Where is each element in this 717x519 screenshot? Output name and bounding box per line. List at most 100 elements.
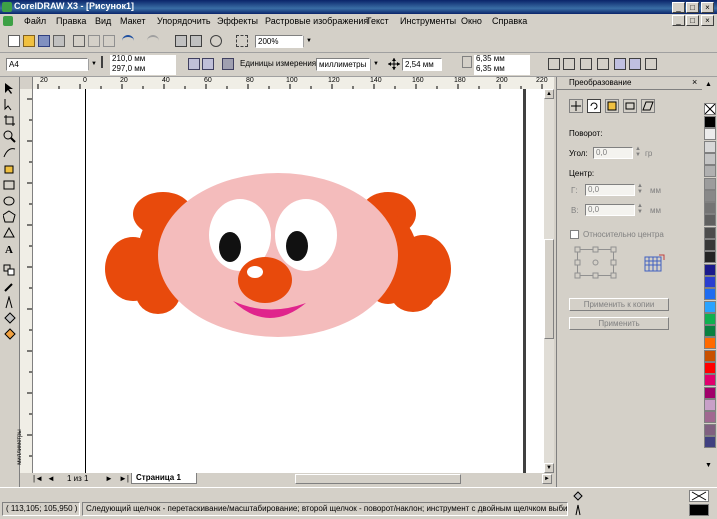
snap-grid-icon[interactable] [548,58,560,70]
color-swatch[interactable] [704,214,716,227]
interactive-fill-tool-icon[interactable] [3,328,16,341]
color-swatch[interactable] [704,411,716,424]
menu-file[interactable]: Файл [24,16,46,26]
new-icon[interactable] [8,35,20,47]
right-eye-white[interactable] [275,199,337,271]
duplicate-x-field[interactable]: 6,35 мм [474,55,530,65]
menu-effects[interactable]: Эффекты [217,16,258,26]
paper-size-select[interactable]: A4 [6,58,88,71]
save-icon[interactable] [38,35,50,47]
units-select[interactable]: миллиметры [316,58,370,71]
app-launcher-icon[interactable] [210,35,222,47]
zoom-tool-icon[interactable] [3,130,16,143]
options-icon[interactable] [629,58,641,70]
maximize-button[interactable]: □ [686,2,699,13]
units-arrow[interactable]: ▼ [370,59,381,70]
next-page-button[interactable]: ► [105,474,113,483]
close-button[interactable]: × [701,2,714,13]
print-icon[interactable] [53,35,65,47]
no-color-swatch[interactable] [704,103,716,115]
apply-button[interactable]: Применить [569,317,669,330]
menu-view[interactable]: Вид [95,16,111,26]
size-icon[interactable] [623,99,637,113]
skew-icon[interactable] [641,99,655,113]
menu-help[interactable]: Справка [492,16,527,26]
document-icon[interactable] [3,16,13,26]
color-swatch[interactable] [704,275,716,288]
scale-icon[interactable] [605,99,619,113]
zoom-level-select[interactable]: 200% [255,35,303,48]
clown-drawing[interactable] [33,89,544,473]
page-width-field[interactable]: 210,0 мм [110,55,176,65]
pick-tool-icon[interactable] [3,82,16,95]
paper-size-arrow[interactable]: ▼ [88,59,99,70]
color-swatch[interactable] [704,362,716,374]
outline-color-swatch[interactable] [689,504,709,516]
color-swatch[interactable] [704,189,716,202]
relative-center-checkbox[interactable] [570,230,579,239]
clown-nose[interactable] [238,257,292,303]
color-swatch[interactable] [704,337,716,350]
outline-tool-icon[interactable] [3,295,16,309]
vertical-scrollbar[interactable]: ▲ ▼ [544,89,554,473]
color-swatch[interactable] [704,435,716,448]
open-icon[interactable] [23,35,35,47]
page-tab[interactable]: Страница 1 [131,473,197,484]
all-pages-icon[interactable] [222,58,234,70]
color-swatch[interactable] [704,251,716,264]
center-v-field[interactable]: 0,0 [585,204,635,216]
redo-icon[interactable] [147,35,159,47]
angle-field[interactable]: 0,0 [593,147,633,159]
menu-tools[interactable]: Инструменты [400,16,456,26]
rotate-icon[interactable] [587,99,601,113]
basic-shapes-tool-icon[interactable] [3,226,16,239]
color-swatch[interactable] [704,349,716,362]
right-pupil[interactable] [286,231,308,261]
ruler-origin[interactable] [20,77,33,89]
export-icon[interactable] [190,35,202,47]
color-swatch[interactable] [704,165,716,178]
nudge-field[interactable]: 2,54 мм [402,58,442,71]
doc-close-button[interactable]: × [701,15,714,26]
vertical-ruler[interactable]: миллиметры [17,89,33,473]
dynamic-guides-icon[interactable] [597,58,609,70]
zoom-dropdown-arrow[interactable]: ▼ [303,36,314,47]
outline-indicator-icon[interactable] [572,504,584,516]
page-height-field[interactable]: 297,0 мм [110,65,176,75]
undo-icon[interactable] [122,35,134,47]
doc-minimize-button[interactable]: _ [672,15,685,26]
copy-icon[interactable] [88,35,100,47]
rectangle-tool-icon[interactable] [3,178,16,191]
color-swatch[interactable] [704,140,716,153]
treat-as-filled-icon[interactable] [614,58,626,70]
color-swatch[interactable] [704,312,716,325]
portrait-icon[interactable] [188,58,200,70]
color-swatch[interactable] [704,288,716,301]
color-swatch[interactable] [704,386,716,399]
crop-tool-icon[interactable] [3,114,16,127]
angle-spinner[interactable]: ▲ ▼ [635,146,641,158]
menu-window[interactable]: Окно [461,16,482,26]
duplicate-y-field[interactable]: 6,35 мм [474,65,530,75]
corel-online-icon[interactable] [236,35,248,47]
menu-arrange[interactable]: Упорядочить [157,16,211,26]
position-icon[interactable] [569,99,583,113]
scroll-right-button[interactable]: ► [542,474,552,484]
color-swatch[interactable] [704,226,716,239]
color-swatch[interactable] [704,128,716,141]
color-swatch[interactable] [704,300,716,313]
color-swatch[interactable] [704,374,716,387]
color-swatch[interactable] [704,239,716,251]
drawing-canvas[interactable] [33,89,544,473]
last-page-button[interactable]: ►| [119,474,129,483]
ellipse-tool-icon[interactable] [3,194,16,207]
scroll-up-button[interactable]: ▲ [544,89,554,99]
fill-color-swatch[interactable] [689,490,709,502]
vertical-scroll-thumb[interactable] [544,239,554,339]
center-h-field[interactable]: 0,0 [585,184,635,196]
palette-scroll-up[interactable]: ▲ [705,81,712,88]
smart-fill-tool-icon[interactable] [3,162,16,175]
text-tool-icon[interactable]: A [3,242,16,256]
interactive-blend-tool-icon[interactable] [3,264,16,277]
prev-page-button[interactable]: ◄ [47,474,55,483]
